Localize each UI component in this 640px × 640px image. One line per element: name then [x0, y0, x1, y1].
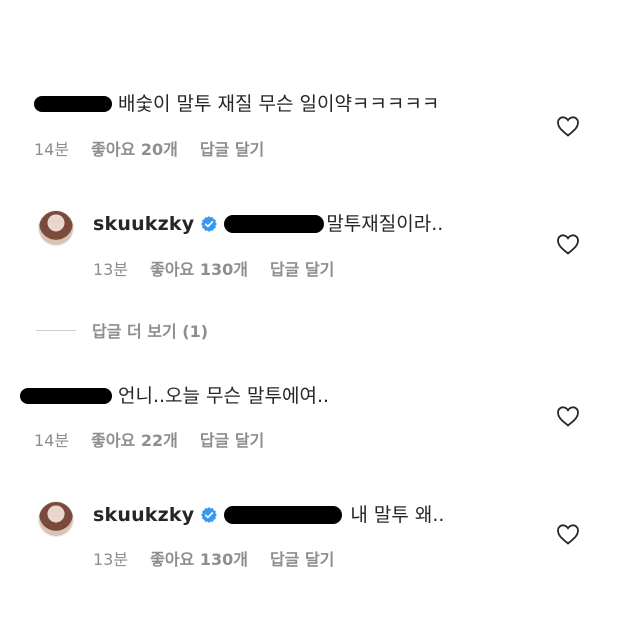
reply-button[interactable]: 답글 달기: [270, 546, 334, 570]
comment-time: 14분: [34, 140, 70, 159]
avatar[interactable]: [38, 210, 74, 246]
reply-button[interactable]: 답글 달기: [200, 427, 264, 451]
redacted-username: [20, 388, 112, 404]
comment-4-meta: 13분 좋아요 130개 답글 달기: [93, 546, 356, 570]
comment-1-meta: 14분 좋아요 20개 답글 달기: [34, 136, 286, 160]
heart-icon[interactable]: [556, 115, 580, 137]
reply-button[interactable]: 답글 달기: [200, 136, 264, 160]
comment-3-meta: 14분 좋아요 22개 답글 달기: [34, 427, 286, 451]
verified-badge-icon: [201, 507, 218, 523]
comment-username[interactable]: skuukzky: [93, 212, 194, 236]
heart-icon[interactable]: [556, 233, 580, 255]
redacted-mention: [224, 506, 343, 524]
redacted-username: [34, 96, 112, 112]
reply-button[interactable]: 답글 달기: [270, 256, 334, 280]
avatar[interactable]: [38, 501, 74, 537]
comment-2-meta: 13분 좋아요 130개 답글 달기: [93, 256, 356, 280]
comment-text: 배숯이 말투 재질 무슨 일이약ㅋㅋㅋㅋㅋ: [118, 93, 440, 115]
comment-1-body: 배숯이 말투 재질 무슨 일이약ㅋㅋㅋㅋㅋ: [34, 92, 439, 116]
view-more-replies[interactable]: 답글 더 보기 (1): [36, 318, 208, 342]
heart-icon[interactable]: [556, 523, 580, 545]
heart-icon[interactable]: [556, 405, 580, 427]
comment-username[interactable]: skuukzky: [93, 503, 194, 527]
like-count[interactable]: 좋아요 20개: [91, 136, 178, 160]
view-more-replies-label[interactable]: 답글 더 보기 (1): [92, 318, 208, 342]
redacted-mention: [224, 215, 325, 233]
comment-text: 말투재질이라..: [326, 213, 444, 235]
like-count[interactable]: 좋아요 130개: [150, 256, 248, 280]
divider: [36, 329, 76, 331]
comment-4-body: skuukzky 내 말투 왜..: [93, 503, 444, 527]
comment-time: 14분: [34, 431, 70, 450]
comment-time: 13분: [93, 550, 129, 569]
verified-badge-icon: [201, 216, 218, 232]
comment-text: 내 말투 왜..: [350, 504, 445, 526]
like-count[interactable]: 좋아요 22개: [91, 427, 178, 451]
comment-time: 13분: [93, 260, 129, 279]
comment-text: 언니..오늘 무슨 말투에여..: [118, 385, 330, 407]
like-count[interactable]: 좋아요 130개: [150, 546, 248, 570]
comment-2-body: skuukzky 말투재질이라..: [93, 212, 443, 236]
comment-3-body: 언니..오늘 무슨 말투에여..: [20, 384, 329, 408]
